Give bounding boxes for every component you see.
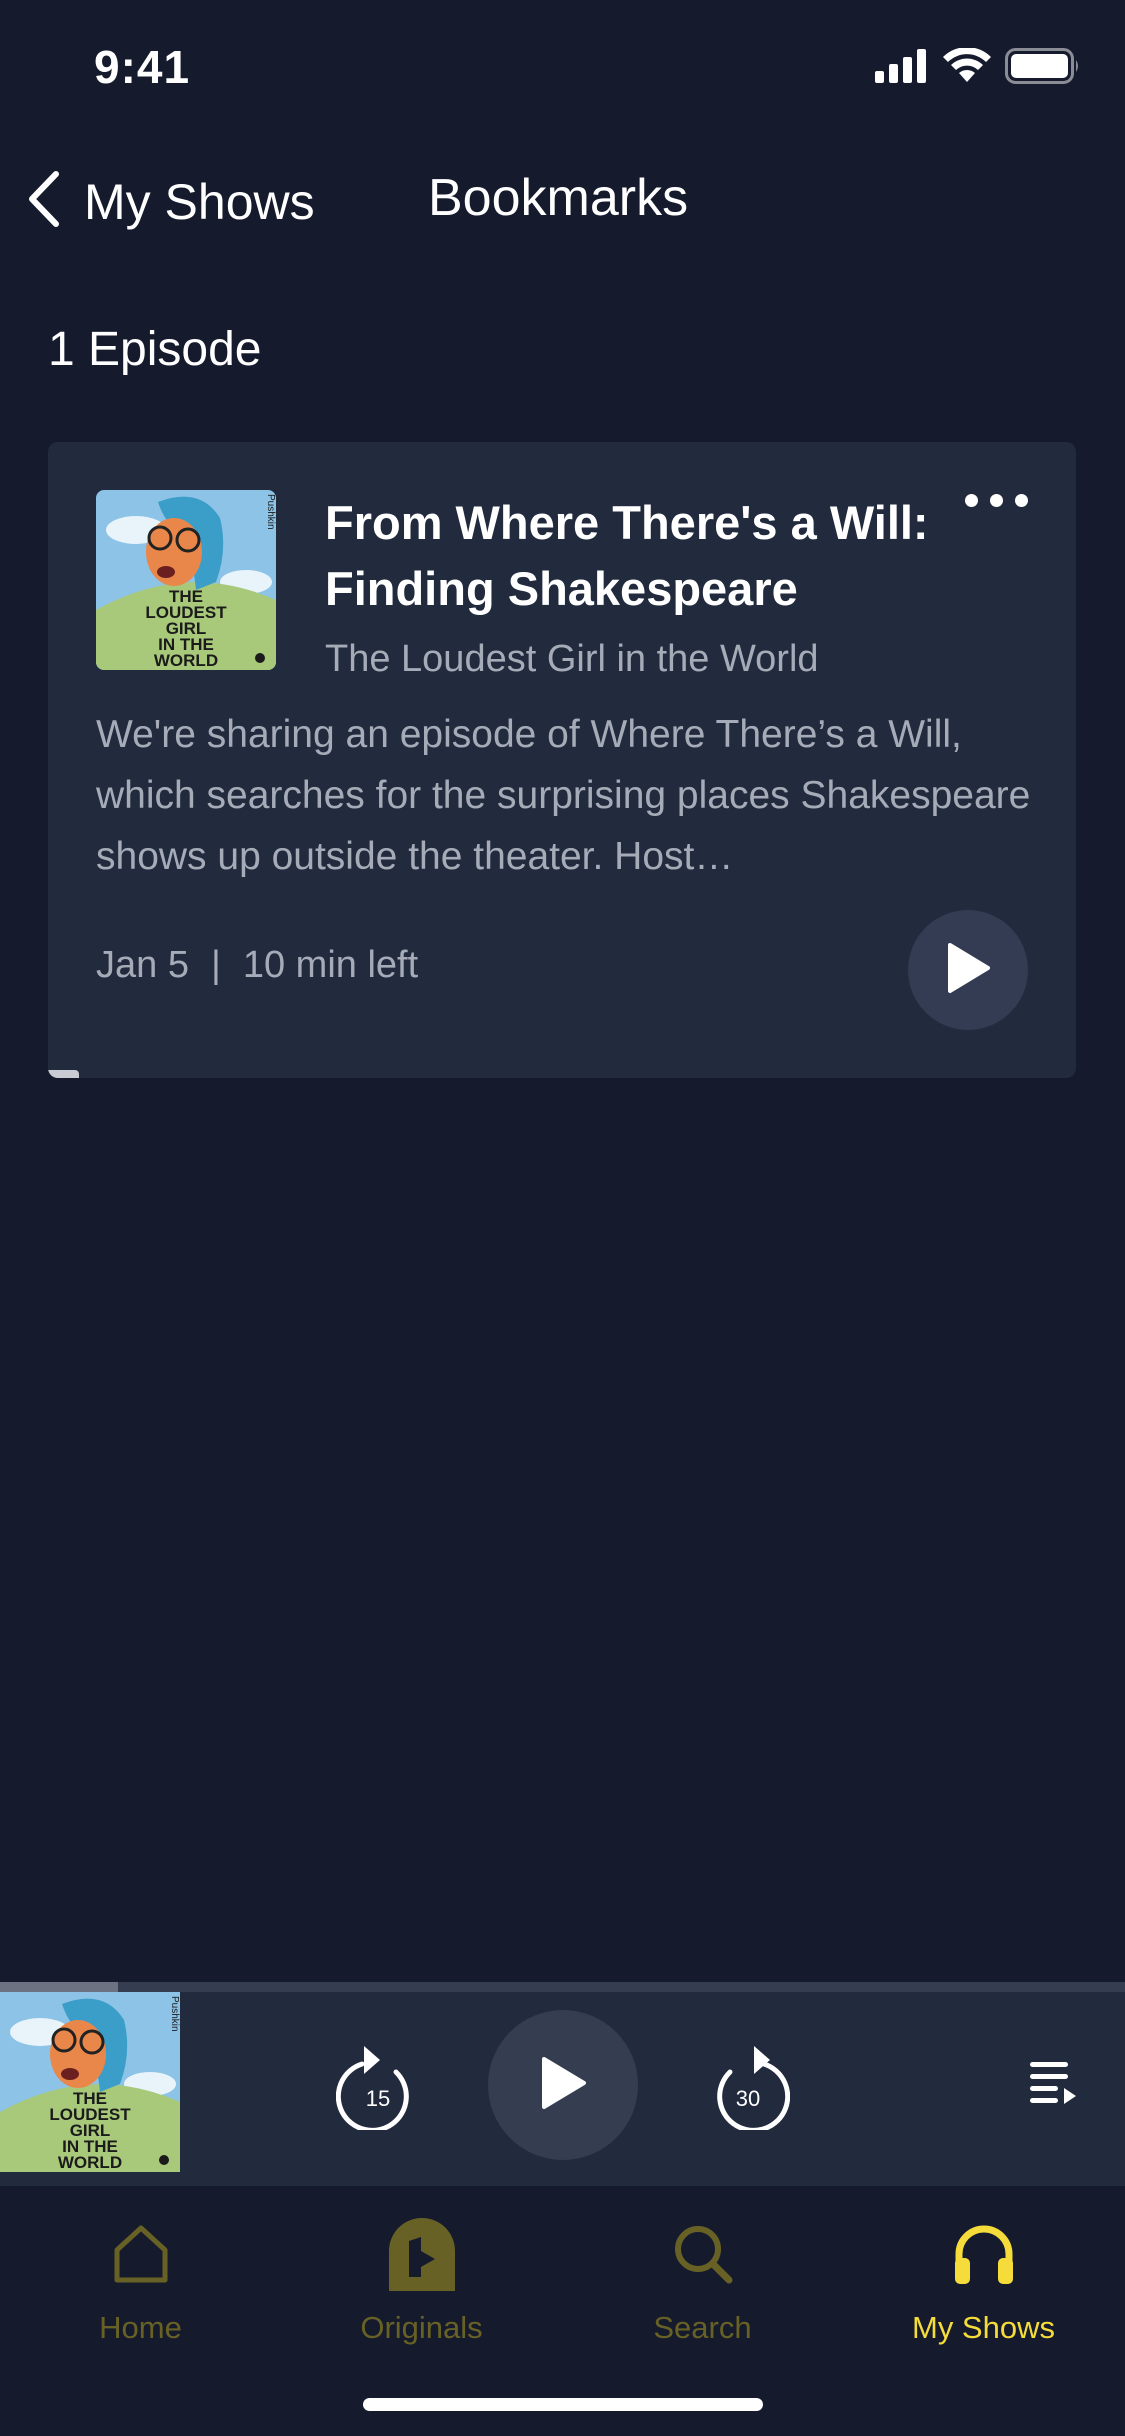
tab-label: Originals: [360, 2310, 483, 2345]
forward-seconds: 30: [736, 2086, 760, 2111]
tab-label: Home: [99, 2310, 182, 2345]
cellular-signal-icon: [875, 49, 929, 88]
mini-player-progress-fill: [0, 1982, 119, 1992]
forward-30-button[interactable]: 30: [706, 2040, 790, 2130]
episode-count: 1 Episode: [48, 323, 262, 376]
episode-title[interactable]: From Where There's a Will: Finding Shake…: [325, 490, 945, 622]
wifi-icon: [943, 47, 991, 89]
forward-icon: 30: [717, 2046, 790, 2130]
play-icon: [944, 941, 992, 1000]
tab-label: My Shows: [912, 2310, 1055, 2345]
status-time: 9:41: [94, 41, 191, 93]
navigation-bar: My Shows Bookmarks: [0, 150, 1125, 250]
mini-player-play-button[interactable]: [488, 2010, 638, 2160]
tab-home[interactable]: Home: [0, 2214, 281, 2364]
queue-button[interactable]: [1026, 2054, 1080, 2108]
back-button[interactable]: My Shows: [24, 168, 315, 235]
chevron-left-icon: [24, 168, 64, 235]
rewind-icon: 15: [336, 2046, 409, 2130]
more-dot-icon: [1014, 493, 1028, 507]
podcast-artwork[interactable]: THE LOUDEST GIRL IN THE WORLD Pushkin: [96, 490, 276, 670]
tab-my-shows[interactable]: My Shows: [843, 2214, 1124, 2364]
artwork-side-text: Pushkin: [265, 494, 276, 530]
home-indicator[interactable]: [363, 2398, 763, 2411]
mini-player-progress-bar[interactable]: [0, 1982, 1125, 1992]
headphones-icon: [951, 2214, 1017, 2294]
episode-date: Jan 5: [96, 944, 189, 986]
originals-icon: [385, 2214, 459, 2294]
page-title: Bookmarks: [428, 169, 689, 227]
episode-progress-fill: [48, 1070, 79, 1078]
home-icon: [109, 2214, 173, 2294]
artwork-line: WORLD: [154, 651, 218, 670]
artwork-line: WORLD: [58, 2153, 122, 2172]
episode-meta: Jan 5 | 10 min left: [96, 944, 418, 987]
battery-icon: [1005, 48, 1081, 89]
tab-bar: Home Originals Search My Shows: [0, 2186, 1125, 2436]
mini-player-artwork[interactable]: THE LOUDEST GIRL IN THE WORLD Pushkin: [0, 1992, 180, 2172]
rewind-seconds: 15: [366, 2086, 390, 2111]
tab-originals[interactable]: Originals: [281, 2214, 562, 2364]
more-options-button[interactable]: [956, 480, 1036, 520]
show-name[interactable]: The Loudest Girl in the World: [325, 638, 819, 681]
episode-play-button[interactable]: [908, 910, 1028, 1030]
tab-label: Search: [653, 2310, 752, 2345]
tab-search[interactable]: Search: [562, 2214, 843, 2364]
episode-description: We're sharing an episode of Where There’…: [96, 713, 1031, 878]
more-dot-icon: [989, 493, 1003, 507]
artwork-side-text: Pushkin: [169, 1996, 180, 2032]
meta-separator: |: [210, 944, 221, 986]
search-icon: [671, 2214, 735, 2294]
episode-card[interactable]: THE LOUDEST GIRL IN THE WORLD Pushkin Fr…: [48, 442, 1076, 1078]
queue-list-icon: [1030, 2062, 1076, 2104]
episode-progress-bar: [48, 1070, 1076, 1078]
time-left: 10 min left: [242, 944, 419, 986]
more-dot-icon: [964, 493, 978, 507]
back-label: My Shows: [84, 173, 315, 230]
status-icons: [875, 47, 1081, 89]
rewind-15-button[interactable]: 15: [336, 2040, 420, 2130]
play-icon: [538, 2055, 588, 2116]
status-bar: 9:41: [0, 0, 1125, 140]
mini-player[interactable]: THE LOUDEST GIRL IN THE WORLD Pushkin 15…: [0, 1982, 1125, 2186]
